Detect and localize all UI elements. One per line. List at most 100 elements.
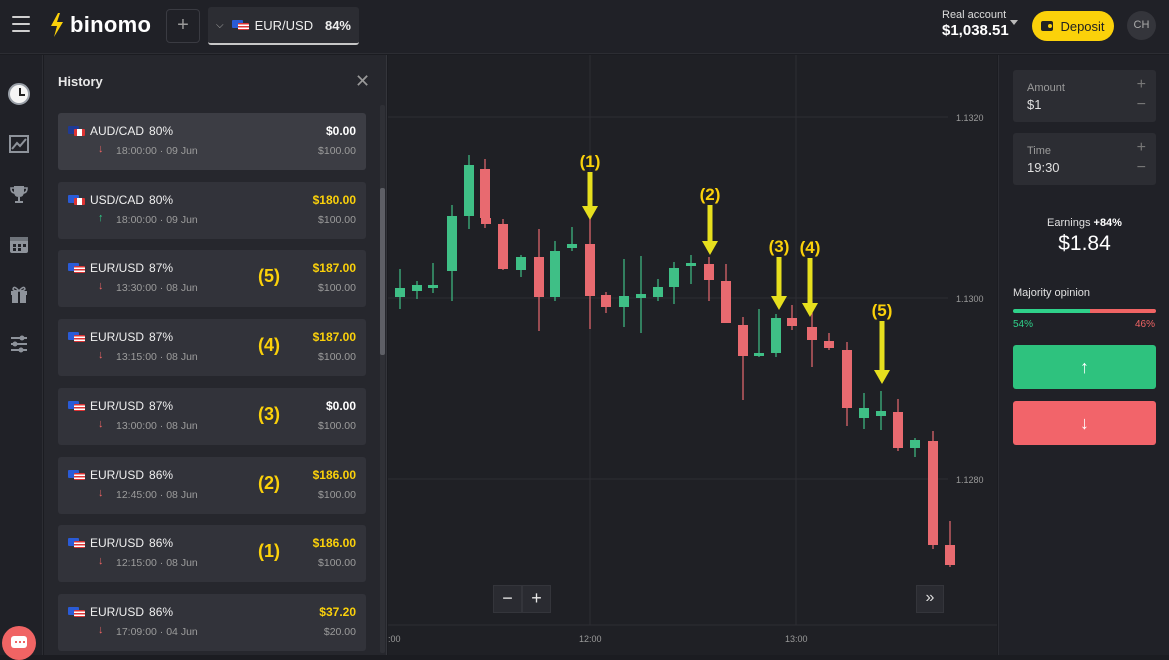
trophy-icon[interactable] (8, 183, 30, 205)
account-caret-icon[interactable] (1010, 20, 1018, 25)
arrow-down-icon: ↓ (98, 143, 104, 155)
currency-flag-icon (68, 332, 85, 343)
history-item-asset: AUD/CAD 80% (68, 124, 173, 138)
trade-down-button[interactable]: ↓ (1013, 401, 1156, 445)
history-item-result: $0.00 (325, 398, 356, 413)
trade-up-button[interactable]: ↑ (1013, 345, 1156, 389)
history-item-result: $180.00 (312, 192, 356, 207)
candle-body (428, 285, 438, 288)
hamburger-menu-icon[interactable] (12, 16, 30, 32)
annotation-arrow-head (702, 241, 718, 255)
history-item[interactable]: AUD/CAD 80% ↓ 18:00:00 · 09 Jun $0.00 $100.00 (58, 113, 366, 170)
candle-body (412, 285, 422, 291)
history-item-result: $186.00 (312, 536, 356, 551)
history-item-asset-name: EUR/USD (90, 536, 145, 551)
history-item-percent: 86% (149, 467, 174, 482)
close-icon[interactable]: ✕ (355, 71, 370, 92)
history-item[interactable]: EUR/USD 87% ↓ 13:00:00 · 08 Jun $0.00 $100.00… (58, 387, 366, 445)
history-item-separator: · (156, 488, 167, 501)
candle-body (910, 440, 920, 448)
history-item-separator: · (156, 213, 167, 226)
chart-trend-icon[interactable] (8, 133, 30, 155)
time-field[interactable]: Time 19:30 + − (1013, 133, 1156, 185)
left-nav (0, 55, 43, 660)
avatar[interactable]: CH (1127, 11, 1156, 40)
account-selector[interactable]: Real account $1,038.51 (942, 9, 1009, 39)
history-item[interactable]: USD/CAD 80% ↑ 18:00:00 · 09 Jun $180.00 $100.… (58, 181, 366, 239)
amount-value[interactable]: $1 (1027, 97, 1041, 112)
amount-field[interactable]: Amount $1 + − (1013, 70, 1156, 122)
history-item-stake: $100.00 (318, 351, 356, 364)
annotation-label: (4) (800, 238, 821, 257)
history-item-separator: · (156, 625, 167, 638)
candle-body (842, 350, 852, 408)
history-scrollbar[interactable] (380, 105, 385, 653)
asset-tab-percent: 84% (324, 17, 351, 33)
chevron-down-icon[interactable]: ⌵ (216, 20, 224, 31)
history-item-separator: · (156, 145, 167, 157)
history-item[interactable]: EUR/USD 86% ↓ 17:09:00 · 04 Jun $37.20 $20.00 (58, 593, 366, 651)
history-item-time: 13:00:00 · 08 Jun (116, 420, 198, 432)
history-item-time: 18:00:00 · 09 Jun (116, 214, 198, 226)
amount-minus-icon[interactable]: − (1137, 96, 1146, 114)
deposit-button[interactable]: Deposit (1032, 11, 1114, 41)
settings-sliders-icon[interactable] (8, 333, 30, 355)
arrow-down-icon: ↓ (98, 280, 104, 293)
history-item-clock-time: 12:15:00 (116, 557, 157, 570)
binomo-logo[interactable]: binomo (48, 12, 151, 38)
gift-icon[interactable] (8, 283, 30, 305)
history-item-asset: USD/CAD 80% (68, 193, 173, 207)
candlestick-chart[interactable]: 1.1320 1.1300 1.1280:00 12:00 13:00 (1) (2) (3)… (388, 55, 997, 655)
price-label: 1.1300 (956, 294, 984, 304)
majority-up-percent: 54% (1013, 319, 1034, 330)
history-item-asset-name: EUR/USD (90, 604, 145, 619)
candle-body (653, 287, 663, 297)
history-item-asset: EUR/USD 86% (68, 536, 173, 550)
history-item[interactable]: EUR/USD 87% ↓ 13:15:00 · 08 Jun $187.00 $100.… (58, 319, 366, 377)
arrow-down-icon: ↓ (98, 486, 104, 499)
candle-body (619, 296, 629, 307)
deposit-label: Deposit (1060, 18, 1105, 34)
history-item[interactable]: EUR/USD 86% ↓ 12:45:00 · 08 Jun $186.00 $100.… (58, 456, 366, 514)
add-asset-button[interactable]: + (166, 9, 200, 43)
candle-body (516, 257, 526, 270)
candle-body (738, 325, 748, 356)
wallet-icon (1041, 21, 1054, 31)
annotation-arrow-head (802, 303, 818, 317)
history-item-asset-name: EUR/USD (90, 467, 145, 482)
candle-body (498, 224, 508, 269)
zoom-in-button[interactable]: + (522, 585, 551, 613)
arrow-down-icon: ↓ (98, 555, 104, 568)
history-clock-icon[interactable] (8, 83, 30, 105)
majority-opinion-label: Majority opinion (1013, 287, 1091, 299)
history-item-asset-name: USD/CAD (90, 192, 145, 207)
history-item-percent: 86% (149, 536, 174, 551)
annotation-arrow-shaft (776, 257, 782, 299)
amount-plus-icon[interactable]: + (1137, 76, 1146, 94)
asset-tab-eurusd[interactable]: ⌵ EUR/USD 84% (208, 7, 359, 45)
history-item[interactable]: EUR/USD 87% ↓ 13:30:00 · 08 Jun $187.00 $100.… (58, 250, 366, 308)
history-item[interactable]: EUR/USD 86% ↓ 12:15:00 · 08 Jun $186.00 $100.… (58, 525, 366, 583)
time-minus-icon[interactable]: − (1137, 159, 1146, 177)
annotation-label: (1) (580, 152, 601, 171)
scroll-to-latest-button[interactable]: » (916, 585, 944, 613)
annotation-arrow-head (771, 296, 787, 310)
annotation-label: (2) (700, 185, 721, 204)
history-title: History (58, 74, 103, 89)
history-item-percent: 86% (149, 604, 174, 619)
time-plus-icon[interactable]: + (1137, 139, 1146, 157)
annotation-arrow-shaft (879, 321, 885, 373)
history-item-marker: (3) (258, 403, 280, 424)
zoom-out-button[interactable]: − (493, 585, 522, 613)
time-value[interactable]: 19:30 (1027, 160, 1060, 175)
candle-body (464, 165, 474, 167)
history-item-result: $37.20 (319, 604, 356, 619)
price-chart[interactable]: 1.1320 1.1300 1.1280:00 12:00 13:00 (1) (2) (3)… (388, 55, 997, 655)
calendar-icon[interactable] (8, 233, 30, 255)
candle-body (669, 268, 679, 287)
history-item-clock-time: 18:00:00 (116, 145, 157, 157)
history-scroll-thumb[interactable] (380, 188, 385, 355)
history-item-result: $186.00 (312, 467, 356, 482)
majority-down-percent: 46% (1134, 319, 1155, 330)
candle-body (480, 169, 490, 218)
